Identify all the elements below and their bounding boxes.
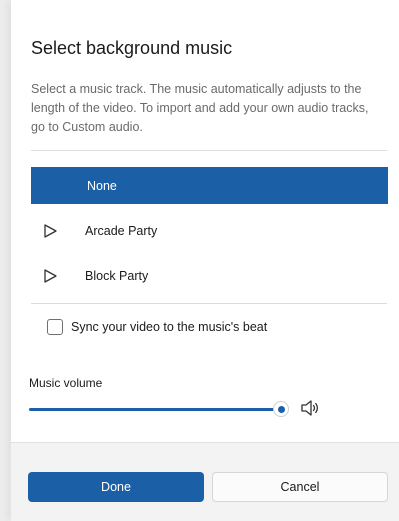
- slider-thumb[interactable]: [274, 402, 288, 416]
- track-label: Arcade Party: [85, 223, 158, 238]
- track-block-party[interactable]: Block Party: [31, 257, 388, 294]
- dialog-description: Select a music track. The music automati…: [31, 82, 369, 134]
- sync-checkbox[interactable]: [47, 319, 63, 335]
- sync-beat-option[interactable]: Sync your video to the music's beat: [47, 319, 267, 335]
- track-none[interactable]: None: [31, 167, 388, 204]
- track-label: None: [87, 178, 117, 193]
- music-volume-label: Music volume: [29, 376, 103, 390]
- music-volume-slider[interactable]: [29, 399, 288, 419]
- dialog-footer: Done Cancel: [11, 442, 399, 521]
- done-button[interactable]: Done: [28, 472, 204, 502]
- speaker-icon[interactable]: [299, 398, 321, 418]
- play-icon[interactable]: [41, 267, 59, 285]
- sync-label: Sync your video to the music's beat: [71, 320, 268, 334]
- divider: [31, 303, 387, 304]
- play-icon[interactable]: [41, 222, 59, 240]
- divider: [31, 150, 387, 151]
- slider-fill: [29, 408, 281, 411]
- dialog-title: Select background music: [31, 38, 233, 58]
- cancel-button[interactable]: Cancel: [212, 472, 388, 502]
- track-label: Block Party: [85, 268, 149, 283]
- track-arcade-party[interactable]: Arcade Party: [31, 212, 388, 249]
- background-music-dialog: Select background music Select a music t…: [10, 0, 399, 521]
